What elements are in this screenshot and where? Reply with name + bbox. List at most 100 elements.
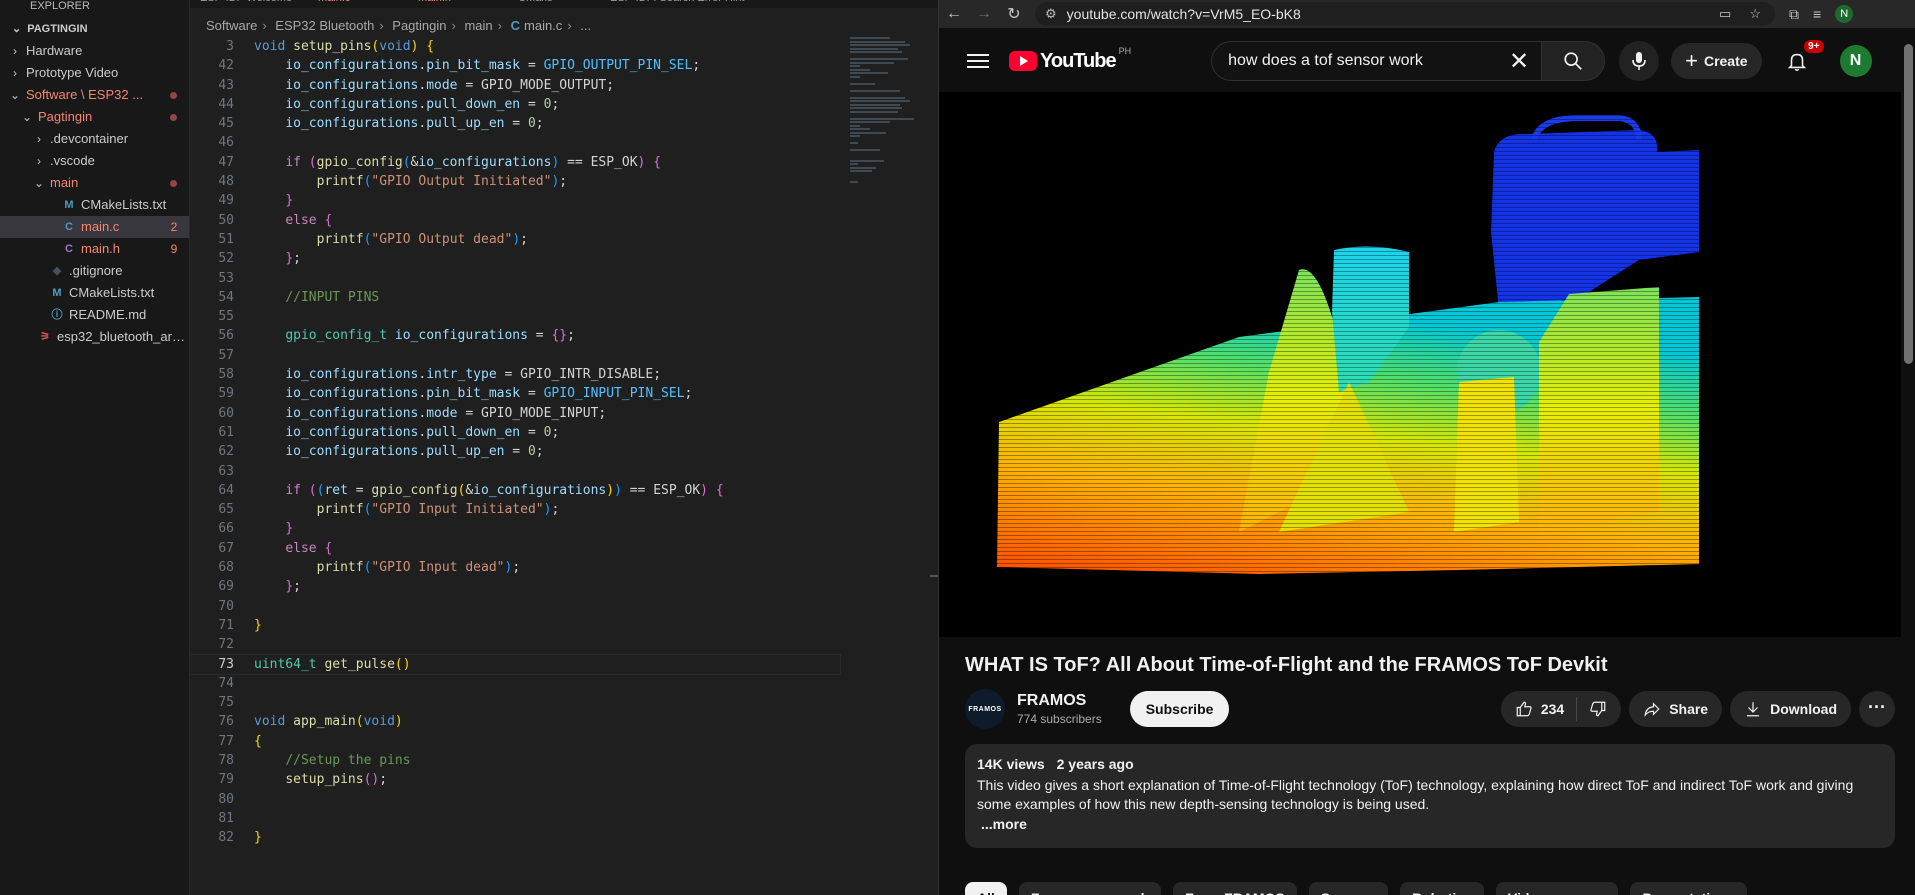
breadcrumb-item[interactable]: Software [206, 18, 257, 33]
site-info-icon[interactable]: ⚙ [1045, 6, 1057, 22]
minimap-line [850, 89, 900, 92]
pdf-file-icon: ⚞ [40, 331, 50, 343]
tree-item[interactable]: ⌄ Pagtingin [0, 106, 189, 128]
tree-item[interactable]: ⌄ Software \ ESP32 ... [0, 84, 189, 106]
tree-item[interactable]: M CMakeLists.txt [0, 282, 189, 304]
breadcrumb-item[interactable]: ESP32 Bluetooth [275, 18, 374, 33]
tab-esp-idf-welcome[interactable]: ESP-IDF Welcome [200, 0, 292, 8]
tree-item[interactable]: › .devcontainer [0, 128, 189, 150]
chip-from-framos[interactable]: From FRAMOS [1173, 882, 1297, 895]
tree-item[interactable]: ⓘ README.md [0, 304, 189, 326]
hamburger-menu-icon[interactable] [967, 54, 989, 68]
video-title: WHAT IS ToF? All About Time-of-Flight an… [965, 654, 1608, 676]
channel-avatar[interactable]: FRAMOS [965, 689, 1005, 729]
media-queue-icon[interactable]: ≡ [1813, 6, 1821, 22]
minimap-line [850, 96, 905, 99]
breadcrumb-item[interactable]: Pagtingin [392, 18, 446, 33]
tree-item[interactable]: › Prototype Video [0, 62, 189, 84]
account-avatar[interactable]: N [1839, 45, 1872, 77]
code-editor[interactable]: ESP-IDF Welcome main.c main.h CMake ESP-… [189, 0, 938, 895]
file-tree: › Hardware › Prototype Video ⌄ Software \ ESP… [0, 40, 189, 348]
code-line: 58 io_configurations.intr_type = GPIO_IN… [218, 367, 662, 383]
dislike-button[interactable] [1577, 700, 1621, 718]
tree-item[interactable]: ◆ .gitignore [0, 260, 189, 282]
back-arrow-icon[interactable]: ← [939, 5, 969, 23]
tab-main-c[interactable]: main.c [318, 0, 350, 8]
notifications-button[interactable]: 9+ [1784, 40, 1824, 74]
voice-search-button[interactable] [1619, 41, 1660, 81]
thumbs-up-icon [1516, 701, 1532, 717]
chip-sensors[interactable]: Sensors [1308, 882, 1388, 895]
minimap[interactable] [850, 37, 928, 237]
minimap-line [850, 117, 914, 120]
tree-item[interactable]: Cmain.h 9 [0, 238, 189, 260]
search-input[interactable]: how does a tof sensor work ✕ [1211, 41, 1542, 81]
url-field[interactable]: ⚙ youtube.com/watch?v=VrM5_EO-bK8 ▭ ☆ [1035, 2, 1775, 26]
tab-cmake[interactable]: CMake [518, 0, 553, 8]
code-line: 72 [218, 637, 234, 653]
c-file-icon: C [510, 18, 521, 33]
tree-item[interactable]: › .vscode [0, 150, 189, 172]
chip-robotics[interactable]: Robotics [1399, 882, 1484, 895]
tab-search-error-hint[interactable]: ESP-IDF: Search Error Hint [610, 0, 744, 8]
tab-main-h[interactable]: main.h [418, 0, 451, 8]
more-actions-button[interactable]: ··· [1859, 691, 1895, 727]
minimap-line [850, 180, 858, 183]
extensions-icon[interactable]: ⧉ [1789, 6, 1799, 23]
related-chips: All From your search From FRAMOS Sensors… [965, 882, 1748, 895]
chip-all[interactable]: All [965, 882, 1007, 895]
create-button[interactable]: + Create [1671, 43, 1762, 79]
chip-presentations[interactable]: Presentations [1630, 882, 1748, 895]
channel-row: FRAMOS FRAMOS 774 subscribers Subscribe … [965, 689, 1895, 729]
minimap-line [850, 103, 900, 106]
tree-item-label: .gitignore [69, 263, 123, 278]
tree-item[interactable]: ⚞ esp32_bluetooth_arc... [0, 326, 189, 348]
browser-window: ← → ↻ ⚙ youtube.com/watch?v=VrM5_EO-bK8 … [938, 0, 1915, 895]
minimap-line [850, 40, 905, 43]
bookmark-star-icon[interactable]: ☆ [1749, 6, 1761, 22]
breadcrumb-item[interactable]: ... [580, 18, 591, 33]
code-line: 3 void setup_pins(void) { [226, 39, 435, 54]
channel-meta: FRAMOS 774 subscribers [1017, 692, 1102, 726]
download-button[interactable]: Download [1730, 691, 1851, 727]
breadcrumb-item[interactable]: main.c [524, 18, 562, 33]
youtube-logo[interactable]: YouTube PH [1009, 46, 1131, 73]
search-icon [1564, 52, 1582, 70]
show-more-link[interactable]: ...more [977, 816, 1883, 832]
code-lines[interactable]: 3 void setup_pins(void) { 42 io_configura… [189, 37, 841, 847]
like-button[interactable]: 234 [1501, 697, 1578, 721]
page-scrollbar[interactable] [1904, 44, 1913, 364]
video-frame [939, 92, 1901, 637]
code-line: 51 printf("GPIO Output dead"); [218, 231, 528, 247]
modified-dot [170, 179, 177, 187]
chip-video-cameras[interactable]: Video cameras [1495, 882, 1619, 895]
cast-icon[interactable]: ▭ [1719, 6, 1731, 22]
tree-item[interactable]: M CMakeLists.txt [0, 194, 189, 216]
tree-item[interactable]: › Hardware [0, 40, 189, 62]
minimap-line [850, 107, 902, 109]
reload-icon[interactable]: ↻ [999, 4, 1029, 24]
description-box[interactable]: 14K views 2 years ago This video gives a… [965, 744, 1895, 848]
subscribe-button[interactable]: Subscribe [1129, 691, 1230, 727]
chip-from-your-search[interactable]: From your search [1018, 882, 1162, 895]
video-player[interactable] [939, 92, 1901, 637]
workspace-root[interactable]: ⌄ PAGTINGIN [0, 18, 189, 40]
code-line: 65 printf("GPIO Input Initiated"); [218, 502, 560, 518]
code-line: 62 io_configurations.pull_up_en = 0; [218, 444, 544, 460]
code-line: 79 setup_pins(); [218, 772, 388, 788]
tree-item[interactable]: ⌄ main [0, 172, 189, 194]
tree-item-label: main [50, 175, 79, 190]
breadcrumb-item[interactable]: main [464, 18, 492, 33]
clear-search-icon[interactable]: ✕ [1509, 47, 1529, 76]
tree-item-label: Software \ ESP32 ... [26, 87, 144, 102]
forward-arrow-icon[interactable]: → [969, 5, 999, 23]
tree-item-label: Prototype Video [26, 65, 119, 80]
tree-item-label: CMakeLists.txt [81, 197, 167, 212]
search-button[interactable] [1541, 41, 1606, 81]
browser-profile-avatar[interactable]: N [1835, 5, 1854, 23]
minimap-line [850, 47, 898, 50]
share-button[interactable]: Share [1629, 691, 1723, 727]
channel-name[interactable]: FRAMOS [1017, 692, 1102, 710]
code-line: 63 [218, 463, 234, 479]
tree-item[interactable]: Cmain.c 2 [0, 216, 189, 238]
